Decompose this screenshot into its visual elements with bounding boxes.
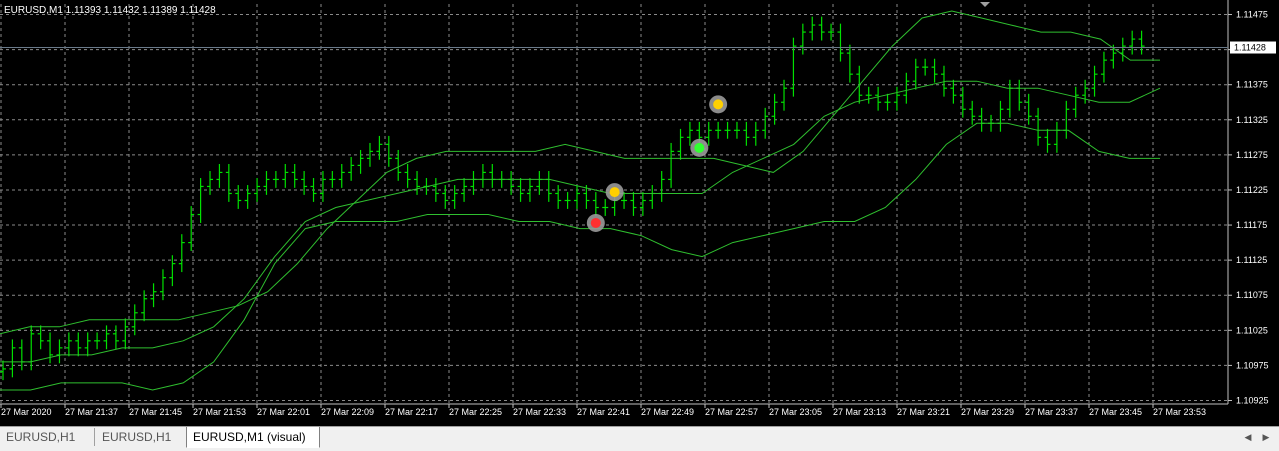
x-tick-label: 27 Mar 22:17 [385,407,438,417]
tab-eurusd-h1-1[interactable]: EURUSD,H1 [0,428,95,446]
x-tick-label: 27 Mar 23:13 [833,407,886,417]
x-tick-label: 27 Mar 23:29 [961,407,1014,417]
x-tick-label: 27 Mar 23:45 [1089,407,1142,417]
trade-marker-dot [713,99,724,110]
chart-shift-icon [980,2,990,7]
x-tick-label: 27 Mar 23:53 [1153,407,1206,417]
x-tick-label: 27 Mar 21:45 [129,407,182,417]
tab-label: EURUSD,H1 [6,430,76,444]
y-tick-label: 1.11075 [1236,290,1268,300]
symbol-info-label: EURUSD,M1 1.11393 1.11432 1.11389 1.1142… [4,5,216,16]
trade-marker-dot [590,217,601,228]
y-tick-label: 1.11225 [1236,185,1268,195]
x-tick-label: 27 Mar 22:41 [577,407,630,417]
trade-marker-dot [609,187,620,198]
scroll-left-icon[interactable]: ◀ [1242,429,1254,445]
tab-eurusd-h1-2[interactable]: EURUSD,H1 [96,428,187,446]
y-tick-label: 1.10975 [1236,360,1269,370]
y-tick-label: 1.11375 [1236,80,1268,90]
x-tick-label: 27 Mar 2020 [1,407,52,417]
x-tick-label: 27 Mar 22:33 [513,407,566,417]
x-tick-label: 27 Mar 22:25 [449,407,502,417]
x-tick-label: 27 Mar 22:49 [641,407,694,417]
y-tick-label: 1.11175 [1236,220,1267,230]
x-tick-label: 27 Mar 21:53 [193,407,246,417]
y-tick-label: 1.10925 [1236,395,1269,405]
price-chart[interactable]: 1.114751.114251.113751.113251.112751.112… [0,0,1279,426]
upper-band-line [0,10,1160,335]
x-tick-label: 27 Mar 23:05 [769,407,822,417]
y-tick-label: 1.11475 [1236,10,1268,20]
tab-label: EURUSD,M1 (visual) [193,430,306,444]
y-tick-label: 1.11125 [1236,255,1267,265]
tab-label: EURUSD,H1 [102,430,172,444]
x-tick-label: 27 Mar 23:21 [897,407,950,417]
chart-tabs-bar: EURUSD,H1 EURUSD,H1 EURUSD,M1 (visual) ◀… [0,426,1279,451]
trade-marker-dot [694,142,705,153]
x-tick-label: 27 Mar 22:01 [257,407,310,417]
tab-eurusd-m1-visual[interactable]: EURUSD,M1 (visual) [186,427,320,448]
lower-band-line [0,122,1160,391]
y-tick-label: 1.11325 [1236,115,1268,125]
y-tick-label: 1.11275 [1236,150,1268,160]
x-tick-label: 27 Mar 22:09 [321,407,374,417]
x-tick-label: 27 Mar 23:37 [1025,407,1078,417]
scroll-right-icon[interactable]: ▶ [1260,429,1272,445]
y-tick-label: 1.11025 [1236,325,1268,335]
x-tick-label: 27 Mar 22:57 [705,407,758,417]
chart-canvas[interactable]: 1.114751.114251.113751.113251.112751.112… [0,0,1279,426]
x-tick-label: 27 Mar 21:37 [65,407,118,417]
current-price-label: 1.11428 [1234,43,1266,53]
